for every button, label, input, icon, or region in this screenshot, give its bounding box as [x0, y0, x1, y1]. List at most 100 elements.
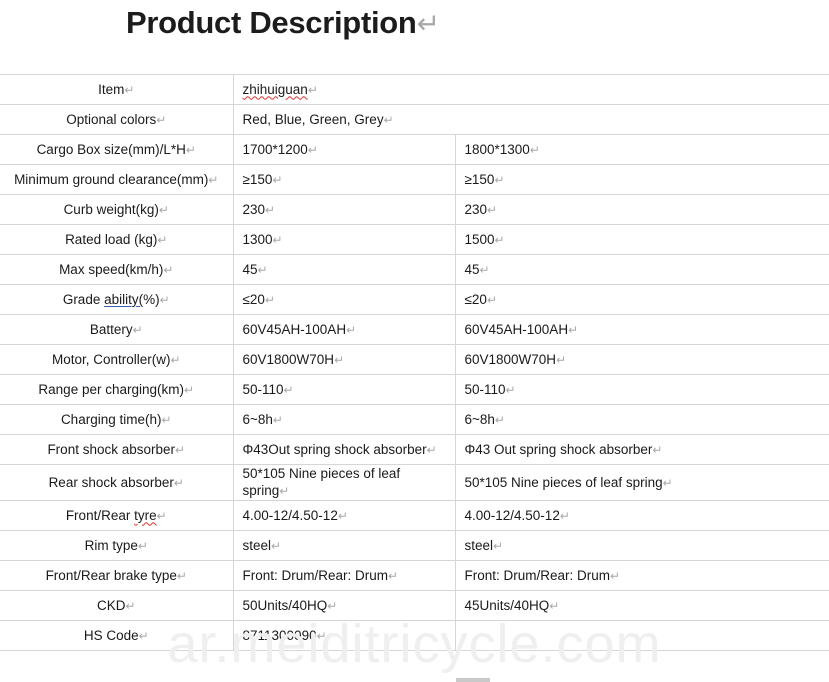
spec-label-cell: Rated load (kg)↵ — [0, 224, 234, 255]
paragraph-mark-icon: ↵ — [494, 172, 505, 187]
paragraph-mark-icon: ↵ — [272, 172, 283, 187]
spec-label-link[interactable]: ability( — [104, 292, 143, 307]
spec-value-text: Front: Drum/Rear: Drum — [242, 567, 389, 583]
paragraph-mark-icon: ↵ — [493, 538, 504, 553]
spec-label-text: Rim type — [84, 537, 138, 553]
spec-label-cell: Battery↵ — [0, 314, 234, 345]
spec-label-text: Item — [98, 81, 125, 97]
misspelled-word: tyre — [134, 507, 157, 523]
paragraph-mark-icon: ↵ — [265, 202, 276, 217]
spec-value-text: 4.00-12/4.50-12 — [242, 507, 338, 523]
table-row: Rim type↵ steel↵ steel↵ — [0, 530, 829, 561]
spec-value-cell-model-a: 45↵ — [233, 254, 456, 285]
spec-label-cell: Minimum ground clearance(mm)↵ — [0, 164, 234, 195]
table-row: Optional colors↵ Red, Blue, Green, Grey↵ — [0, 104, 829, 135]
spec-value-cell-model-b: 230↵ — [455, 194, 829, 225]
spec-value-cell-model-b — [455, 620, 829, 651]
spec-label-text: Minimum ground clearance(mm) — [14, 171, 209, 187]
spec-value-cell-model-b: 1800*1300↵ — [455, 134, 829, 165]
paragraph-mark-icon: ↵ — [137, 538, 148, 553]
spec-value-text: 1500 — [464, 231, 495, 247]
spec-value-cell-model-a: 50-110↵ — [233, 374, 456, 405]
paragraph-mark-icon: ↵ — [487, 202, 498, 217]
spec-value-cell-model-b: 6~8h↵ — [455, 404, 829, 435]
paragraph-mark-icon: ↵ — [494, 412, 505, 427]
spec-value-text: zhihuiguan — [242, 81, 308, 97]
spec-label-cell: Optional colors↵ — [0, 104, 234, 135]
paragraph-mark-icon: ↵ — [283, 382, 294, 397]
spec-value-text: ≥150 — [464, 171, 495, 187]
spec-value-cell-model-b: 4.00-12/4.50-12↵ — [455, 500, 829, 531]
spec-label-text: Grade ability(%) — [62, 291, 160, 307]
paragraph-mark-icon: ↵ — [505, 382, 516, 397]
paragraph-mark-icon: ↵ — [307, 142, 318, 157]
spec-value-cell-merged: Red, Blue, Green, Grey↵ — [233, 104, 829, 135]
spec-label-cell: Motor, Controller(w)↵ — [0, 344, 234, 375]
spec-value-text: 60V1800W70H — [242, 351, 335, 367]
paragraph-mark-icon: ↵ — [272, 412, 283, 427]
page-title: Product Description↵ — [126, 2, 440, 45]
spec-value-cell-model-a: steel↵ — [233, 530, 456, 561]
spec-label-text: Curb weight(kg) — [63, 201, 159, 217]
spec-label-text: HS Code — [83, 627, 139, 643]
spec-value-cell-model-b: Φ43 Out spring shock absorber↵ — [455, 434, 829, 465]
spec-value-cell-model-a: 50Units/40HQ↵ — [233, 590, 456, 621]
spec-label-cell: Item↵ — [0, 74, 234, 105]
paragraph-mark-icon: ↵ — [279, 484, 290, 498]
spec-label-cell: Rear shock absorber↵ — [0, 464, 234, 501]
paragraph-mark-icon: ↵ — [388, 568, 399, 583]
spec-label-text: Front/Rear tyre — [65, 507, 157, 523]
spec-value-text: 45 — [242, 261, 258, 277]
paragraph-mark-icon: ↵ — [264, 292, 275, 307]
table-row: Cargo Box size(mm)/L*H↵ 1700*1200↵ 1800*13… — [0, 134, 829, 165]
paragraph-mark-icon: ↵ — [156, 508, 167, 523]
spec-label-text: Battery — [89, 321, 133, 337]
table-row: Curb weight(kg)↵ 230↵ 230↵ — [0, 194, 829, 225]
spec-value-cell-model-b: 50-110↵ — [455, 374, 829, 405]
spec-label-cell: HS Code↵ — [0, 620, 234, 651]
paragraph-mark-icon: ↵ — [272, 232, 283, 247]
spec-value-cell-model-a: 1700*1200↵ — [233, 134, 456, 165]
table-row: Front/Rear tyre↵ 4.00-12/4.50-12↵ 4.00-12/… — [0, 500, 829, 531]
paragraph-mark-icon: ↵ — [307, 82, 318, 97]
paragraph-mark-icon: ↵ — [383, 112, 394, 127]
paragraph-mark-icon: ↵ — [184, 382, 195, 397]
spec-value-cell-model-a: ≤20↵ — [233, 284, 456, 315]
table-row: Item↵ zhihuiguan↵ — [0, 74, 829, 105]
paragraph-mark-icon: ↵ — [549, 598, 560, 613]
spec-label-text: Max speed(km/h) — [59, 261, 164, 277]
spec-value-cell-model-b: 60V1800W70H↵ — [455, 344, 829, 375]
spec-label-cell: Curb weight(kg)↵ — [0, 194, 234, 225]
table-row: Minimum ground clearance(mm)↵ ≥150↵ ≥150↵ — [0, 164, 829, 195]
spec-label-text: Front shock absorber — [47, 441, 175, 457]
spec-value-text: ≤20 — [464, 291, 487, 307]
spec-value-text: 50-110 — [242, 381, 284, 397]
spec-value-text: 230 — [464, 201, 488, 217]
table-row: Rated load (kg)↵ 1300↵ 1500↵ — [0, 224, 829, 255]
spec-value-text: steel — [242, 537, 272, 553]
spec-value-text: 8711300090 — [242, 627, 317, 643]
spec-value-cell-model-a: 230↵ — [233, 194, 456, 225]
page-title-text: Product Description — [126, 5, 417, 40]
spec-label-cell: Cargo Box size(mm)/L*H↵ — [0, 134, 234, 165]
spec-label-cell: Max speed(km/h)↵ — [0, 254, 234, 285]
spec-label-cell: CKD↵ — [0, 590, 234, 621]
paragraph-mark-icon: ↵ — [124, 82, 135, 97]
spec-value-cell-model-b: ≥150↵ — [455, 164, 829, 195]
table-row: Front/Rear brake type ↵ Front: Drum/Rear: … — [0, 560, 829, 591]
spec-value-cell-model-a: ≥150↵ — [233, 164, 456, 195]
spec-value-cell-model-a: 1300↵ — [233, 224, 456, 255]
paragraph-mark-icon: ↵ — [161, 412, 172, 427]
paragraph-mark-icon: ↵ — [494, 232, 505, 247]
spec-label-text: Front/Rear brake type — [45, 567, 177, 583]
paragraph-mark-icon: ↵ — [159, 292, 170, 307]
paragraph-mark-icon: ↵ — [426, 442, 437, 457]
paragraph-mark-icon: ↵ — [208, 172, 219, 187]
paragraph-mark-icon: ↵ — [416, 8, 440, 39]
table-row: HS Code↵ 8711300090↵ — [0, 620, 829, 651]
spec-label-text: CKD — [96, 597, 126, 613]
spec-value-text: 50-110 — [464, 381, 506, 397]
spec-value-text: 50*105 Nine pieces of leaf spring — [242, 466, 401, 498]
spec-value-text: 6~8h — [464, 411, 495, 427]
table-row: CKD↵ 50Units/40HQ↵ 45Units/40HQ↵ — [0, 590, 829, 621]
